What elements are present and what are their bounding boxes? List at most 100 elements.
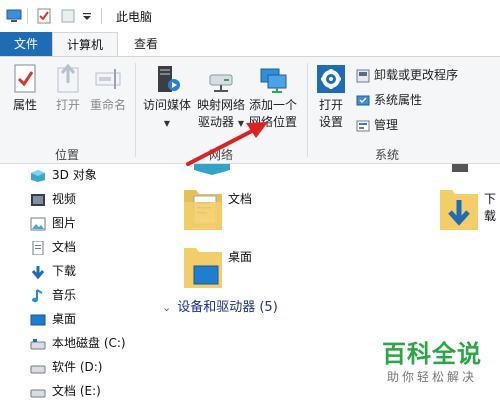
3d-objects-folder-icon[interactable] xyxy=(192,164,232,176)
map-drive-label-1: 映射网络 xyxy=(196,98,245,112)
tab-file[interactable]: 文件 xyxy=(0,32,52,56)
drive-icon xyxy=(30,389,46,397)
navigation-pane: 3D 对象 视频 图片 文档 下载 音乐 桌面 本地磁盘 (C:) 软件 (D:… xyxy=(0,164,162,400)
rename-label: 重命名 xyxy=(89,98,126,112)
nav-item-documents[interactable]: 文档 xyxy=(30,236,76,258)
drive-icon xyxy=(30,338,46,349)
tab-view[interactable]: 查看 xyxy=(124,32,168,56)
documents-icon xyxy=(32,240,44,255)
nav-item-label: 音乐 xyxy=(52,288,77,302)
customize-dropdown-icon[interactable] xyxy=(82,8,92,24)
open-settings-label-2: 设置 xyxy=(318,115,343,129)
manage-label: 管理 xyxy=(374,118,399,132)
system-properties-icon xyxy=(356,95,370,105)
desktop-icon xyxy=(30,314,46,325)
properties-check-icon[interactable] xyxy=(36,8,52,24)
music-icon xyxy=(32,288,43,302)
videos-icon xyxy=(31,193,45,206)
uninstall-label: 卸载或更改程序 xyxy=(374,68,459,82)
watermark-subtitle: 助你轻松解决 xyxy=(386,370,477,384)
divider xyxy=(101,8,102,24)
nav-item-drive-d[interactable]: 软件 (D:) xyxy=(30,356,102,378)
access-media-button[interactable]: 访问媒体 ▼ xyxy=(140,63,194,132)
system-properties-button[interactable]: 系统属性 xyxy=(356,92,422,108)
nav-item-drive-c[interactable]: 本地磁盘 (C:) xyxy=(30,332,126,354)
nav-item-label: 本地磁盘 (C:) xyxy=(52,336,126,350)
group-separator xyxy=(135,63,136,157)
drive-icon xyxy=(30,365,46,373)
map-drive-label-2: 驱动器 xyxy=(198,115,235,129)
manage-button[interactable]: 管理 xyxy=(356,117,398,133)
nav-item-videos[interactable]: 视频 xyxy=(30,188,76,210)
ribbon-panel: 属性 打开 重命名 位置 访问媒体 ▼ 映射网络 驱动器 ▼ 添加一个 网络位置… xyxy=(0,56,500,164)
computer-icon xyxy=(6,9,22,22)
properties-label: 属性 xyxy=(12,98,37,112)
add-network-location-button[interactable]: 添加一个 网络位置 xyxy=(246,63,300,131)
folder-desktop[interactable]: 桌面 xyxy=(182,242,292,296)
devices-section-header[interactable]: ⌄ 设备和驱动器 (5) xyxy=(162,296,278,315)
dropdown-arrow-icon: ▼ xyxy=(237,119,244,128)
network-drive-icon xyxy=(209,74,233,92)
uninstall-programs-button[interactable]: 卸载或更改程序 xyxy=(356,67,458,83)
nav-item-pictures[interactable]: 图片 xyxy=(30,212,76,234)
nav-item-label: 下载 xyxy=(52,264,77,278)
group-label-network: 网络 xyxy=(208,148,233,162)
system-properties-label: 系统属性 xyxy=(374,93,423,107)
watermark: 百科全说 助你轻松解决 xyxy=(372,340,492,386)
map-network-drive-button[interactable]: 映射网络 驱动器 ▼ xyxy=(194,63,248,132)
desktop-folder-icon xyxy=(184,248,222,288)
nav-item-label: 图片 xyxy=(52,216,77,230)
new-folder-icon[interactable] xyxy=(60,8,76,24)
3d-objects-icon xyxy=(31,169,45,182)
nav-item-drive-e[interactable]: 文档 (E:) xyxy=(30,380,101,402)
add-location-label-2: 网络位置 xyxy=(248,115,297,129)
group-label-location: 位置 xyxy=(54,148,79,162)
title-bar: 此电脑 xyxy=(0,0,500,32)
rename-icon xyxy=(95,69,121,89)
nav-item-label: 文档 xyxy=(52,240,77,254)
folder-documents[interactable]: 文档 xyxy=(182,184,292,238)
pictures-icon xyxy=(30,217,46,230)
nav-item-desktop[interactable]: 桌面 xyxy=(30,308,76,330)
section-header-label: 设备和驱动器 (5) xyxy=(177,300,278,315)
nav-item-label: 3D 对象 xyxy=(52,168,97,182)
nav-item-label: 软件 (D:) xyxy=(52,360,103,374)
pictures-folder-icon[interactable] xyxy=(452,164,468,172)
add-network-location-icon xyxy=(260,68,287,93)
folder-downloads[interactable]: 下载 xyxy=(438,184,500,244)
nav-item-label: 文档 (E:) xyxy=(52,384,101,398)
uninstall-icon xyxy=(356,69,370,82)
nav-item-music[interactable]: 音乐 xyxy=(30,284,76,306)
window-title: 此电脑 xyxy=(116,10,153,24)
open-settings-label-1: 打开 xyxy=(318,98,343,112)
nav-item-label: 视频 xyxy=(52,192,77,206)
ribbon-tabs: 文件 计算机 查看 xyxy=(0,32,500,56)
dropdown-arrow-icon: ▼ xyxy=(163,119,171,128)
folder-label: 文档 xyxy=(228,192,253,206)
group-label-system: 系统 xyxy=(374,148,399,162)
open-settings-button[interactable]: 打开 设置 xyxy=(312,63,350,131)
open-label: 打开 xyxy=(55,98,80,112)
documents-folder-icon xyxy=(184,190,222,230)
group-separator xyxy=(307,63,308,157)
folder-label: 下载 xyxy=(484,192,497,223)
access-media-label: 访问媒体 xyxy=(142,98,191,112)
settings-gear-icon xyxy=(317,65,345,93)
divider xyxy=(27,8,28,24)
open-icon xyxy=(57,63,79,93)
properties-icon xyxy=(14,64,36,93)
rename-button[interactable]: 重命名 xyxy=(88,63,128,114)
watermark-title: 百科全说 xyxy=(382,340,482,368)
tab-computer[interactable]: 计算机 xyxy=(52,32,118,56)
media-server-icon xyxy=(158,66,180,92)
chevron-down-icon: ⌄ xyxy=(162,301,172,314)
add-location-label-1: 添加一个 xyxy=(248,98,297,112)
folder-label: 桌面 xyxy=(228,250,253,264)
manage-icon xyxy=(356,120,370,131)
properties-button[interactable]: 属性 xyxy=(6,63,44,114)
downloads-icon xyxy=(31,265,45,279)
nav-item-3d-objects[interactable]: 3D 对象 xyxy=(30,164,97,186)
downloads-folder-icon xyxy=(440,190,478,230)
open-button[interactable]: 打开 xyxy=(50,63,86,114)
nav-item-downloads[interactable]: 下载 xyxy=(30,260,76,282)
